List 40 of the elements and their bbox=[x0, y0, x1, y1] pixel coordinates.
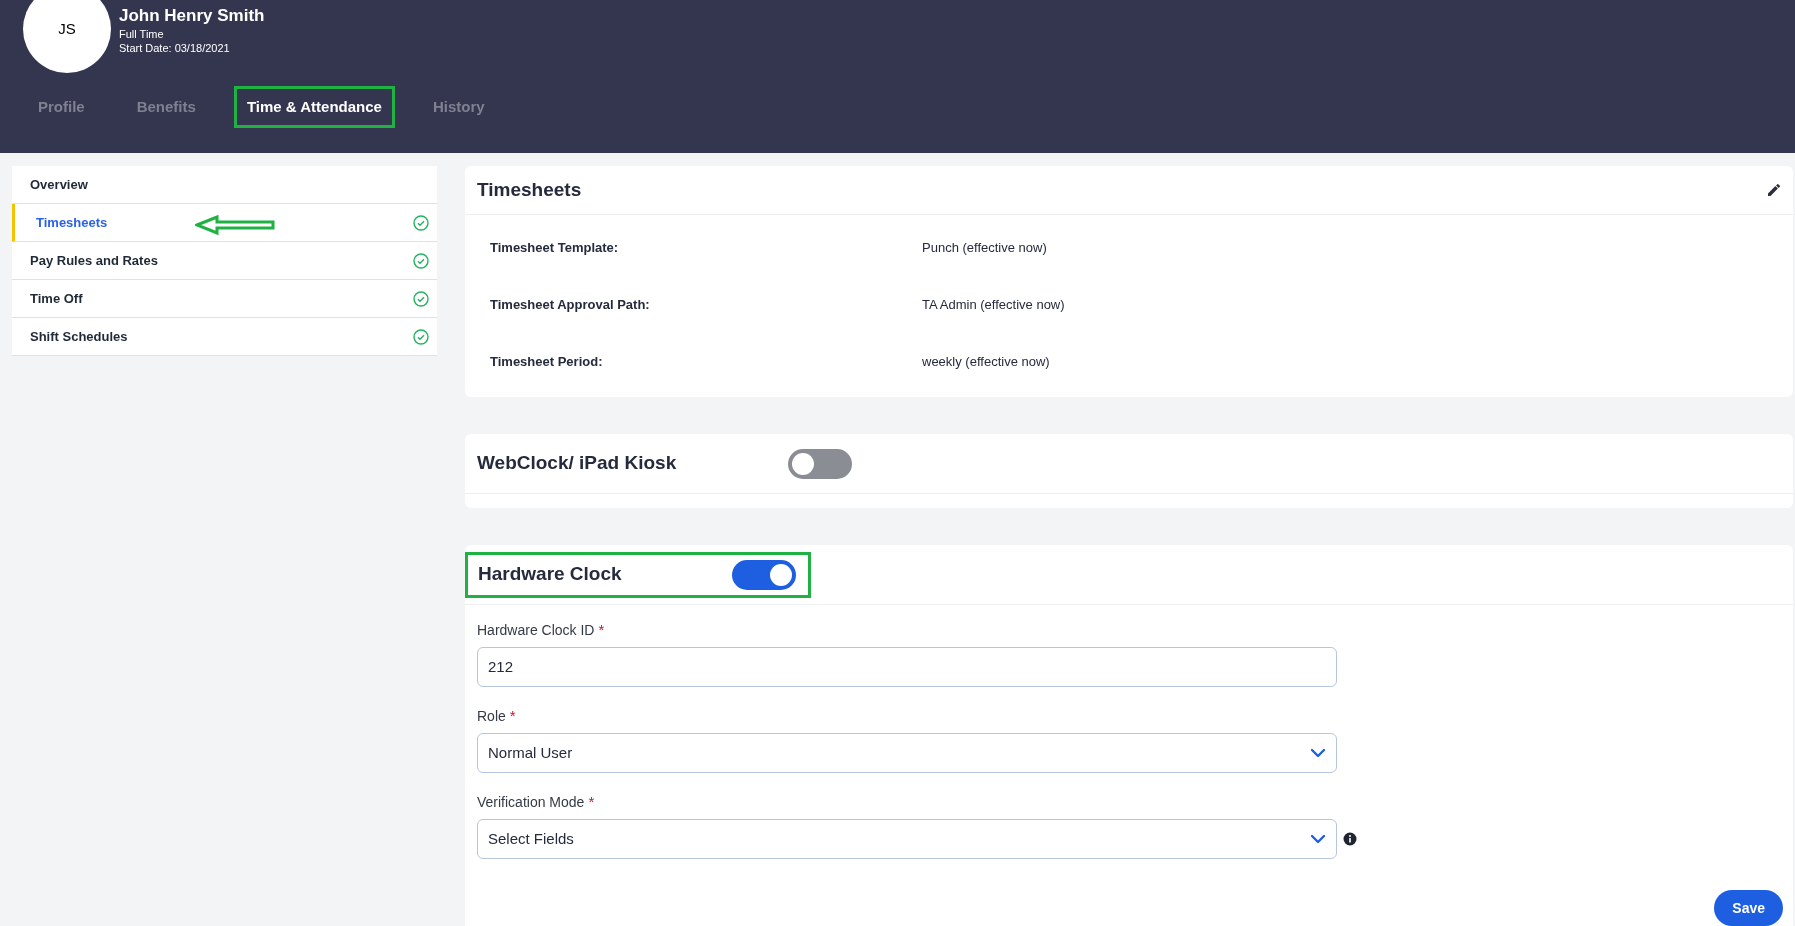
select-field[interactable]: Select Fields bbox=[477, 819, 1337, 859]
field-label: Timesheet Period: bbox=[490, 353, 604, 371]
field-label: Timesheet Approval Path: bbox=[490, 296, 651, 314]
required-asterisk: * bbox=[509, 707, 516, 724]
field-label: Timesheet Template: bbox=[490, 239, 620, 257]
sidebar-item[interactable]: Overview bbox=[12, 166, 437, 204]
sidebar-item[interactable]: Shift Schedules bbox=[12, 318, 437, 356]
field-label: Verification Mode bbox=[477, 794, 585, 810]
select-field[interactable]: Normal User bbox=[477, 733, 1337, 773]
field-label: Role bbox=[477, 708, 506, 724]
chevron-down-icon bbox=[1310, 834, 1326, 844]
required-asterisk: * bbox=[588, 793, 595, 810]
check-circle-icon bbox=[413, 214, 429, 231]
card-title: Timesheets bbox=[477, 177, 582, 202]
info-icon bbox=[1343, 832, 1357, 846]
chevron-down-icon bbox=[1310, 748, 1326, 758]
pencil-icon bbox=[1767, 183, 1781, 197]
check-circle-icon bbox=[413, 328, 429, 345]
employee-name: John Henry Smith bbox=[119, 5, 265, 27]
tab[interactable]: Time & Attendance bbox=[233, 86, 395, 128]
toggle-switch[interactable] bbox=[788, 448, 852, 479]
card-title: WebClock/ iPad Kiosk bbox=[477, 451, 678, 476]
employment-type: Full Time bbox=[119, 27, 165, 41]
edit-button[interactable] bbox=[1765, 181, 1783, 199]
required-asterisk: * bbox=[598, 621, 605, 638]
card-title: Hardware Clock bbox=[478, 562, 622, 587]
field-value: Punch (effective now) bbox=[922, 239, 1047, 257]
sidebar-item[interactable]: Timesheets bbox=[12, 204, 437, 242]
check-circle-icon bbox=[413, 290, 429, 307]
field-value: TA Admin (effective now) bbox=[922, 296, 1065, 314]
sidebar-item[interactable]: Pay Rules and Rates bbox=[12, 242, 437, 280]
sidebar-item[interactable]: Time Off bbox=[12, 280, 437, 318]
field-value: weekly (effective now) bbox=[922, 353, 1050, 371]
avatar: JS bbox=[23, 0, 111, 73]
field-label: Hardware Clock ID bbox=[477, 622, 595, 638]
toggle-switch[interactable] bbox=[732, 559, 796, 590]
start-date: Start Date: 03/18/2021 bbox=[119, 41, 231, 55]
check-circle-icon bbox=[413, 252, 429, 269]
input-field[interactable]: 212 bbox=[477, 647, 1337, 687]
save-button[interactable]: Save bbox=[1714, 890, 1783, 926]
